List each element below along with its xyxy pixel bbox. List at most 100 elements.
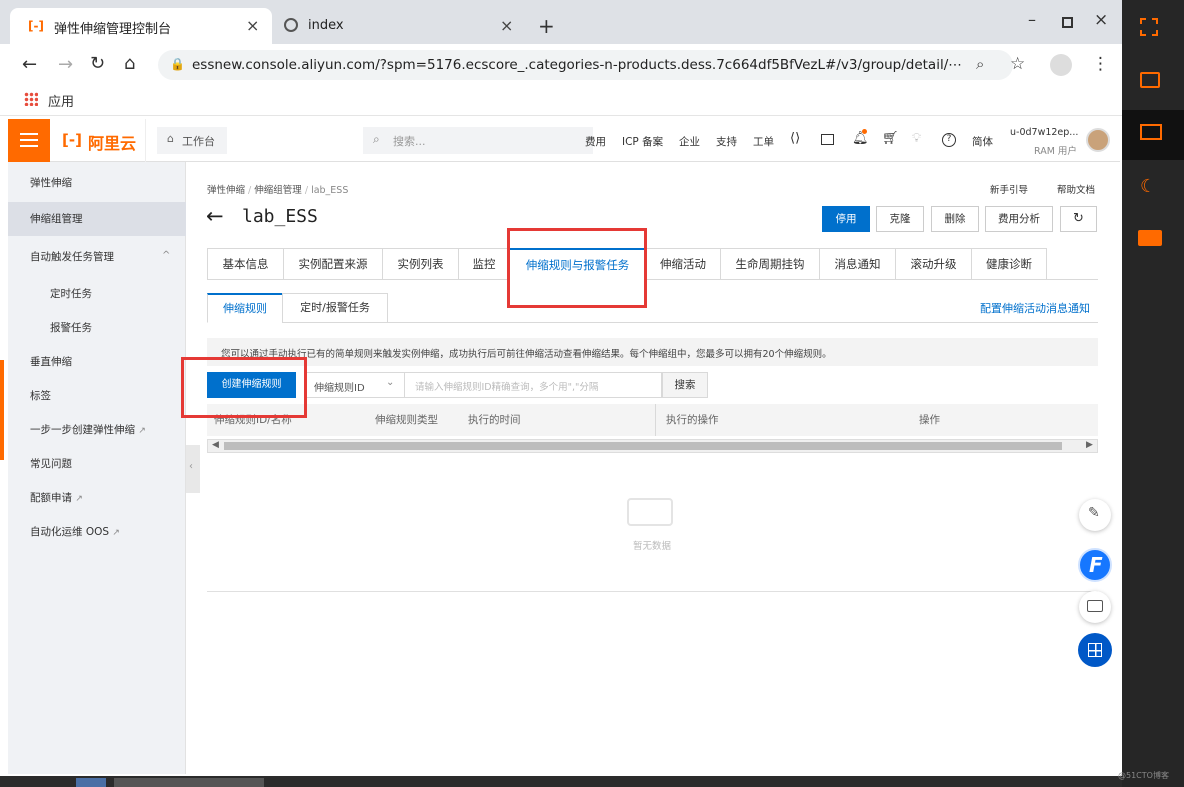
language-switch[interactable]: 简体 [972, 134, 993, 149]
user-name[interactable]: u-0d7w12ep... [1010, 127, 1078, 138]
close-tab-icon[interactable]: × [246, 16, 259, 35]
keyboard-icon[interactable] [1138, 230, 1162, 246]
tab-notifications[interactable]: 消息通知 [819, 248, 896, 280]
nav-cost[interactable]: 费用 [585, 134, 606, 149]
fullscreen-icon[interactable] [1140, 18, 1158, 36]
nav-item-ess[interactable]: 弹性伸缩 [8, 166, 186, 200]
taskbar-item[interactable] [76, 778, 106, 787]
browser-tab-2[interactable]: index × [278, 10, 523, 44]
globe-icon [284, 18, 298, 32]
info-text: 您可以通过手动执行已有的简单规则来触发实例伸缩，成功执行后可前往伸缩活动查看伸缩… [221, 349, 832, 360]
menu-button[interactable] [8, 119, 50, 162]
tab-lifecycle-hooks[interactable]: 生命周期挂钩 [720, 248, 820, 280]
breadcrumb-item[interactable]: 伸缩组管理 [254, 185, 302, 196]
chevron-left-icon: ‹ [189, 461, 193, 472]
feedback-edit-button[interactable]: ✎ [1079, 499, 1111, 531]
aliyun-logo[interactable]: [-] 阿里云 [50, 119, 146, 162]
tab-instance-list[interactable]: 实例列表 [382, 248, 459, 280]
apps-grid-icon[interactable] [24, 92, 38, 106]
taskbar-strip [0, 776, 1122, 787]
chat-button[interactable] [1079, 591, 1111, 623]
browser-tab-active[interactable]: [-] 弹性伸缩管理控制台 × [10, 8, 272, 44]
nav-item-tags[interactable]: 标签 [8, 379, 186, 413]
refresh-button[interactable]: ↻ [1060, 206, 1097, 232]
maximize-icon[interactable] [1062, 17, 1073, 28]
tabs-baseline [1046, 279, 1098, 280]
code-icon[interactable]: ⟨⟩ [790, 131, 800, 146]
nav-item-scheduled-task[interactable]: 定时任务 [8, 277, 186, 311]
filter-select[interactable]: 伸缩规则ID ⌄ [305, 372, 405, 398]
close-tab-icon[interactable]: × [500, 16, 513, 35]
guide-link[interactable]: 新手引导 [990, 182, 1028, 196]
more-menu-icon[interactable]: ⋮ [1092, 54, 1109, 74]
new-tab-icon[interactable]: + [538, 14, 555, 38]
subtab-scheduled-alarm[interactable]: 定时/报警任务 [282, 293, 388, 323]
cloud-shell-icon[interactable] [821, 134, 834, 145]
filter-input[interactable]: 请输入伸缩规则ID精确查询，多个用","分隔 [404, 372, 662, 398]
scroll-thumb[interactable] [224, 442, 1062, 450]
nav-item-alarm-task[interactable]: 报警任务 [8, 311, 186, 345]
left-edge-accent [0, 360, 4, 460]
config-notify-link[interactable]: 配置伸缩活动消息通知 [980, 300, 1090, 316]
tab-monitor[interactable]: 监控 [458, 248, 510, 280]
nav-ticket[interactable]: 工单 [753, 134, 774, 149]
scroll-right-icon[interactable]: ▶ [1086, 440, 1093, 450]
nav-item-group-management[interactable]: 伸缩组管理 [8, 202, 186, 236]
cart-icon[interactable]: 🛒︎ [882, 131, 899, 146]
tab-basic-info[interactable]: 基本信息 [207, 248, 284, 280]
chevron-up-icon[interactable]: ^ [162, 250, 170, 261]
assistant-f-button[interactable]: F [1078, 548, 1112, 582]
docs-link[interactable]: 帮助文档 [1057, 182, 1095, 196]
terminal-icon[interactable] [1140, 72, 1160, 88]
apps-button[interactable] [1078, 633, 1112, 667]
avatar[interactable] [1086, 128, 1110, 152]
column-header: 操作 [919, 414, 940, 426]
help-icon[interactable]: ? [942, 133, 956, 147]
column-header: 执行的时间 [468, 414, 521, 426]
minimize-icon[interactable]: – [1028, 10, 1036, 29]
workbench-button[interactable]: ⌂ 工作台 [157, 127, 227, 154]
tab-instance-config[interactable]: 实例配置来源 [283, 248, 383, 280]
forward-icon[interactable]: → [58, 54, 73, 75]
nav-item-oos[interactable]: 自动化运维 OOS ↗ [8, 515, 186, 549]
address-bar[interactable]: 🔒 essnew.console.aliyun.com/?spm=5176.ec… [158, 50, 1013, 80]
nav-item-quota[interactable]: 配额申请 ↗ [8, 481, 186, 515]
moon-icon[interactable]: ☾ [1140, 176, 1156, 197]
nav-enterprise[interactable]: 企业 [679, 134, 700, 149]
nav-icp[interactable]: ICP 备案 [622, 134, 663, 149]
clone-button[interactable]: 克隆 [876, 206, 924, 232]
horizontal-scrollbar[interactable]: ◀ ▶ [207, 439, 1098, 453]
disable-button[interactable]: 停用 [822, 206, 870, 232]
highlight-rules-tab [507, 228, 647, 308]
lightbulb-icon[interactable]: 💡︎ [912, 131, 921, 146]
back-arrow-icon[interactable]: ← [206, 204, 224, 228]
search-input[interactable]: ⌕ 搜索... [363, 127, 593, 154]
hamburger-mid-line [20, 139, 38, 141]
collapse-nav-handle[interactable]: ‹ [186, 445, 200, 493]
breadcrumb-item[interactable]: 弹性伸缩 [207, 185, 245, 196]
nav-support[interactable]: 支持 [716, 134, 737, 149]
nav-item-auto-task[interactable]: 自动触发任务管理 [8, 240, 186, 274]
scroll-left-icon[interactable]: ◀ [212, 440, 219, 450]
apps-label[interactable]: 应用 [48, 91, 74, 110]
delete-button[interactable]: 删除 [931, 206, 979, 232]
back-icon[interactable]: ← [22, 54, 37, 75]
column-header: 伸缩规则类型 [375, 414, 438, 426]
search-button[interactable]: 搜索 [662, 372, 708, 398]
close-window-icon[interactable]: × [1094, 10, 1108, 30]
cost-analysis-button[interactable]: 费用分析 [985, 206, 1053, 232]
monitor-icon[interactable] [1140, 124, 1162, 140]
subtab-scaling-rules[interactable]: 伸缩规则 [207, 293, 283, 323]
reload-icon[interactable]: ↻ [90, 53, 105, 74]
home-icon[interactable]: ⌂ [124, 53, 135, 74]
tab-health-check[interactable]: 健康诊断 [971, 248, 1047, 280]
profile-icon[interactable] [1050, 54, 1072, 76]
tab-rolling-upgrade[interactable]: 滚动升级 [895, 248, 972, 280]
bookmark-star-icon[interactable]: ☆ [1010, 54, 1025, 74]
nav-item-vertical-scaling[interactable]: 垂直伸缩 [8, 345, 186, 379]
tab-scaling-activity[interactable]: 伸缩活动 [645, 248, 721, 280]
taskbar-item[interactable] [114, 778, 264, 787]
nav-item-faq[interactable]: 常见问题 [8, 447, 186, 481]
zoom-icon[interactable]: ⌕ [976, 55, 984, 73]
nav-item-step-by-step[interactable]: 一步一步创建弹性伸缩 ↗ [8, 413, 186, 447]
